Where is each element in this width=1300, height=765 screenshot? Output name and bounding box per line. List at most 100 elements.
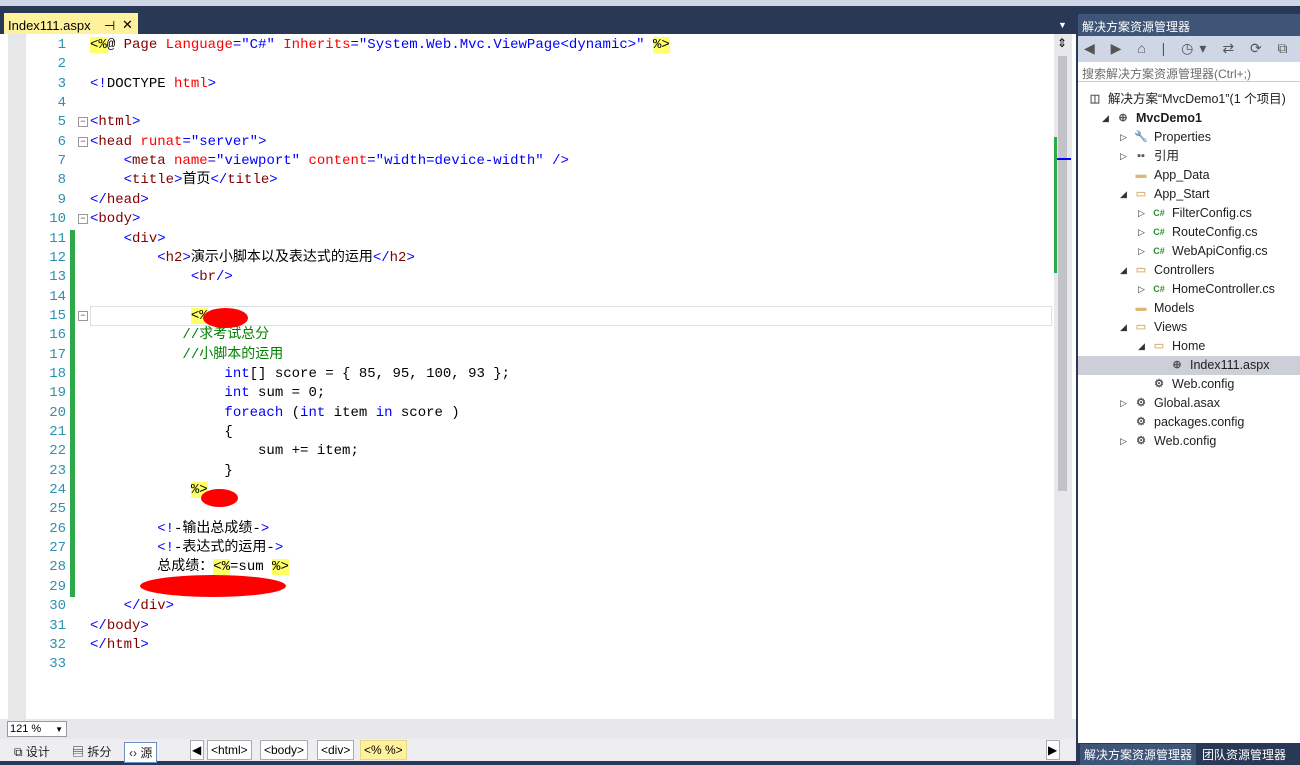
code-line[interactable]: 33 <box>26 655 1054 674</box>
tree-item[interactable]: ▷ C# FilterConfig.cs <box>1078 204 1300 223</box>
code-line[interactable]: 2 <box>26 55 1054 74</box>
tab-team-explorer[interactable]: 团队资源管理器 <box>1198 744 1290 765</box>
code-line[interactable]: 5 − <html> <box>26 113 1054 132</box>
breadcrumb-scroll-right[interactable]: ▶ <box>1046 740 1060 760</box>
tree-item[interactable]: ▬ App_Data <box>1078 166 1300 185</box>
tree-item[interactable]: ⊕ Index111.aspx <box>1078 356 1300 375</box>
tree-item[interactable]: ▷ ⚙ Web.config <box>1078 432 1300 451</box>
code-token: <! <box>90 520 175 537</box>
zoom-select[interactable]: 121 % ▼ <box>7 721 67 737</box>
code-line[interactable]: 4 <box>26 94 1054 113</box>
collapse-icon[interactable]: − <box>78 117 88 128</box>
tree-item[interactable]: ▷ C# RouteConfig.cs <box>1078 223 1300 242</box>
collapse-icon[interactable]: − <box>78 214 88 225</box>
breadcrumb-scroll-left[interactable]: ◀ <box>190 740 204 760</box>
solution-search-input[interactable]: 搜索解决方案资源管理器(Ctrl+;) <box>1078 62 1300 82</box>
config-file-icon: ⚙ <box>1136 435 1146 447</box>
tree-item[interactable]: ◢ ▭ Views <box>1078 318 1300 337</box>
tree-item[interactable]: ▬ Models <box>1078 299 1300 318</box>
collapse-icon[interactable]: − <box>78 310 88 321</box>
code-token: div <box>140 598 166 615</box>
code-line[interactable]: 22 sum += item; <box>26 442 1054 462</box>
tab-solution-explorer[interactable]: 解决方案资源管理器 <box>1080 744 1197 765</box>
code-line[interactable]: 21 { <box>26 423 1054 443</box>
code-line[interactable]: 26 <!-输出总成绩-> <box>26 519 1054 540</box>
code-line[interactable]: 15 − <% <box>26 306 1054 327</box>
code-line[interactable]: 12 <h2>演示小脚本以及表达式的运用</h2> <box>26 248 1054 269</box>
tree-item[interactable]: ▷ 🔧 Properties <box>1078 128 1300 147</box>
tree-item[interactable]: ◫ 解决方案“MvcDemo1”(1 个项目) <box>1078 90 1300 109</box>
expand-arrow-icon[interactable]: ▷ <box>1138 223 1145 242</box>
tree-item[interactable]: ▷ ▪▪ 引用 <box>1078 147 1300 166</box>
code-line[interactable]: 3 <!DOCTYPE html> <box>26 75 1054 94</box>
code-line[interactable]: 13 <br/> <box>26 268 1054 288</box>
code-line[interactable]: 6 − <head runat="server"> <box>26 133 1054 152</box>
solution-explorer-toolbar[interactable]: ◀ ▶ ⌂ | ◷▾ ⇄ ⟳ ⧉ ⎘ | < <box>1078 36 1300 62</box>
expand-arrow-icon[interactable]: ▷ <box>1138 242 1145 261</box>
tree-item[interactable]: ⚙ packages.config <box>1078 413 1300 432</box>
tree-item[interactable]: ◢ ▭ App_Start <box>1078 185 1300 204</box>
tree-item[interactable]: ▷ ⚙ Global.asax <box>1078 394 1300 413</box>
collapse-arrow-icon[interactable]: ◢ <box>1120 261 1127 280</box>
expand-arrow-icon[interactable]: ▷ <box>1120 432 1127 451</box>
collapse-icon[interactable]: − <box>78 136 88 147</box>
code-line[interactable]: 11 <div> <box>26 229 1054 249</box>
code-line[interactable]: 24 %> <box>26 481 1054 501</box>
code-line[interactable]: 31 </body> <box>26 617 1054 636</box>
code-line[interactable]: 1 <%@ Page Language="C#" Inherits="System… <box>26 36 1054 55</box>
expand-arrow-icon[interactable]: ▷ <box>1138 280 1145 299</box>
collapse-arrow-icon[interactable]: ◢ <box>1120 185 1127 204</box>
horizontal-scrollbar[interactable]: 121 % ▼ <box>0 719 1076 739</box>
code-line[interactable]: 8 <title>首页</title> <box>26 171 1054 190</box>
code-line[interactable]: 9 </head> <box>26 191 1054 210</box>
vertical-scrollbar[interactable]: ⇕ <box>1054 34 1072 719</box>
code-line[interactable]: 32 </html> <box>26 636 1054 655</box>
code-line[interactable]: 23 } <box>26 461 1054 482</box>
code-line[interactable]: 10 − <body> <box>26 210 1054 229</box>
expand-arrow-icon[interactable]: ▷ <box>1138 204 1145 223</box>
code-token: 总成绩： <box>90 559 214 576</box>
collapse-arrow-icon[interactable]: ◢ <box>1102 109 1109 128</box>
tree-item[interactable]: ▷ C# WebApiConfig.cs <box>1078 242 1300 261</box>
code-line[interactable]: 18 int[] score = { 85, 95, 100, 93 }; <box>26 364 1054 385</box>
design-view-button[interactable]: ⧉ 设计 <box>10 742 54 761</box>
breadcrumb-script[interactable]: <% %> <box>360 740 407 760</box>
change-indicator <box>70 403 75 424</box>
expand-arrow-icon[interactable]: ▷ <box>1120 128 1127 147</box>
tab-dropdown-icon[interactable]: ▼ <box>1058 20 1067 30</box>
breadcrumb-html[interactable]: <html> <box>207 740 252 760</box>
code-line[interactable]: 19 int sum = 0; <box>26 384 1054 404</box>
breadcrumb-body[interactable]: <body> <box>260 740 309 760</box>
tree-item[interactable]: ◢ ▭ Home <box>1078 337 1300 356</box>
code-line[interactable]: 17 //小脚本的运用 <box>26 345 1054 365</box>
code-line[interactable]: 28 总成绩：<%=sum %> <box>26 558 1054 578</box>
code-line[interactable]: 16 //求考试总分 <box>26 326 1054 346</box>
tree-item[interactable]: ◢ ▭ Controllers <box>1078 261 1300 280</box>
source-view-button[interactable]: ‹› 源 <box>124 742 158 763</box>
code-token: /> <box>216 269 233 286</box>
code-line[interactable]: 7 <meta name="viewport" content="width=d… <box>26 152 1054 171</box>
pin-icon[interactable]: ⊣ <box>104 18 115 34</box>
split-view-button[interactable]: ▤ 拆分 <box>68 742 115 761</box>
line-number: 15 <box>49 307 66 324</box>
code-line[interactable]: 20 foreach (int item in score ) <box>26 403 1054 424</box>
split-handle-icon[interactable]: ⇕ <box>1057 36 1067 50</box>
code-line[interactable]: 27 <!-表达式的运用-> <box>26 539 1054 559</box>
code-line[interactable]: 14 <box>26 287 1054 307</box>
code-editor[interactable]: 1 <%@ Page Language="C#" Inherits="System… <box>0 34 1076 719</box>
breadcrumb-div[interactable]: <div> <box>317 740 355 760</box>
expand-arrow-icon[interactable]: ▷ <box>1120 147 1127 166</box>
tree-item[interactable]: ▷ C# HomeController.cs <box>1078 280 1300 299</box>
tree-item[interactable]: ◢ ⊕ MvcDemo1 <box>1078 109 1300 128</box>
tree-item[interactable]: ⚙ Web.config <box>1078 375 1300 394</box>
collapse-arrow-icon[interactable]: ◢ <box>1138 337 1145 356</box>
code-line[interactable]: 30 </div> <box>26 597 1054 616</box>
line-number: 9 <box>57 191 66 208</box>
collapse-arrow-icon[interactable]: ◢ <box>1120 318 1127 337</box>
scrollbar-thumb[interactable] <box>1058 56 1067 491</box>
expand-arrow-icon[interactable]: ▷ <box>1120 394 1127 413</box>
close-icon[interactable]: ✕ <box>122 17 133 33</box>
code-token: meta <box>132 153 175 170</box>
code-line[interactable]: 25 <box>26 500 1054 520</box>
